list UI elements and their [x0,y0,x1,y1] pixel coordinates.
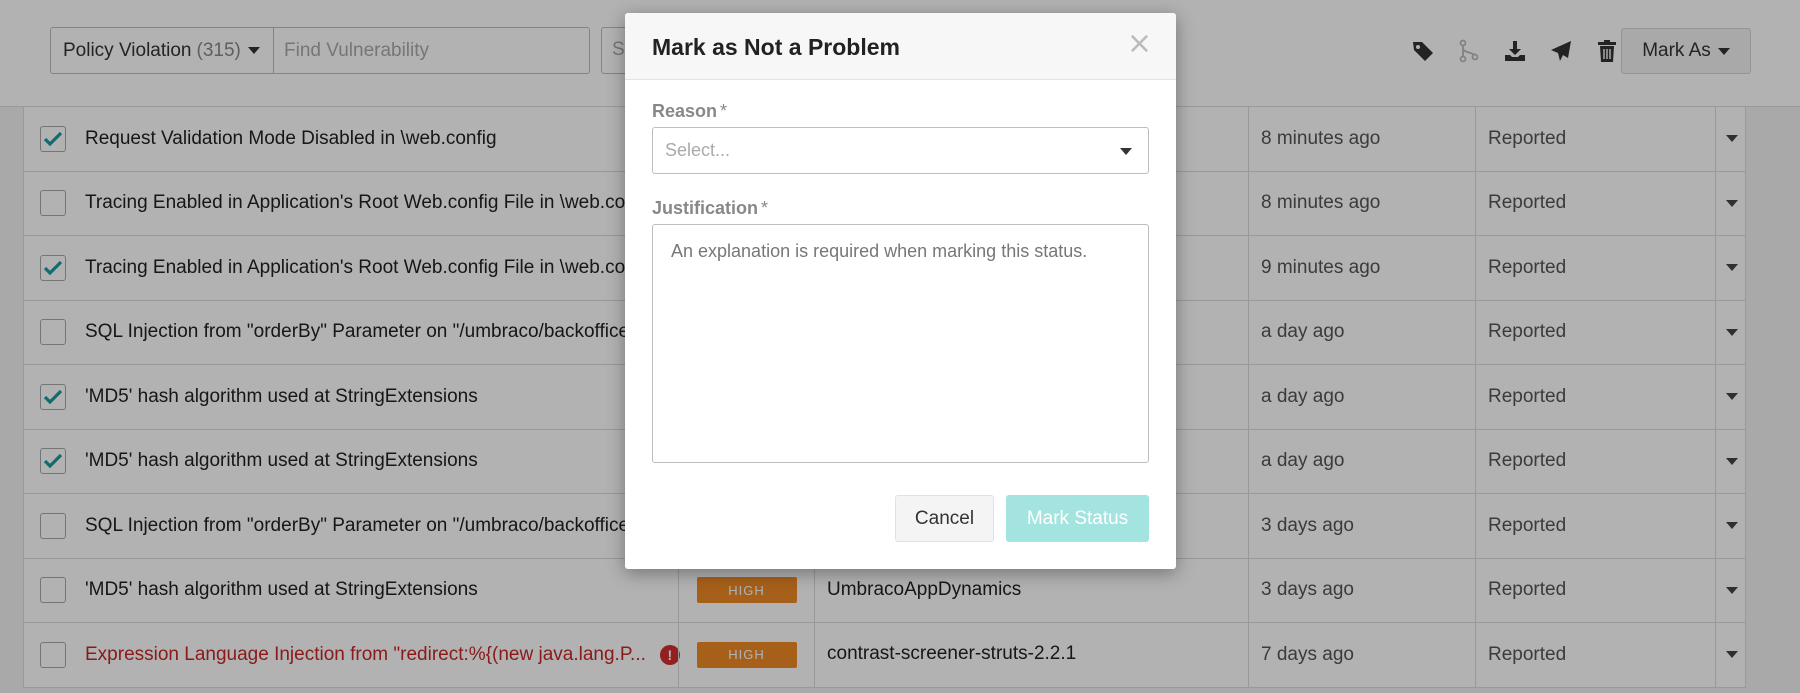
modal-header: Mark as Not a Problem × [625,13,1176,80]
justification-textarea[interactable] [652,224,1149,463]
chevron-down-icon [1120,148,1132,155]
cancel-button[interactable]: Cancel [895,495,994,542]
required-mark: * [720,101,728,121]
reason-placeholder: Select... [665,140,731,160]
reason-label-text: Reason [652,101,718,121]
reason-select[interactable]: Select... [652,127,1149,174]
justification-label: Justification * [652,198,768,219]
required-mark: * [761,198,769,218]
modal-title: Mark as Not a Problem [652,34,900,60]
close-icon[interactable]: × [1127,29,1152,59]
mark-not-a-problem-dialog: Mark as Not a Problem × Reason * Select..… [625,13,1176,569]
mark-status-button[interactable]: Mark Status [1006,495,1149,542]
reason-label: Reason * [652,101,727,122]
justification-label-text: Justification [652,198,759,218]
